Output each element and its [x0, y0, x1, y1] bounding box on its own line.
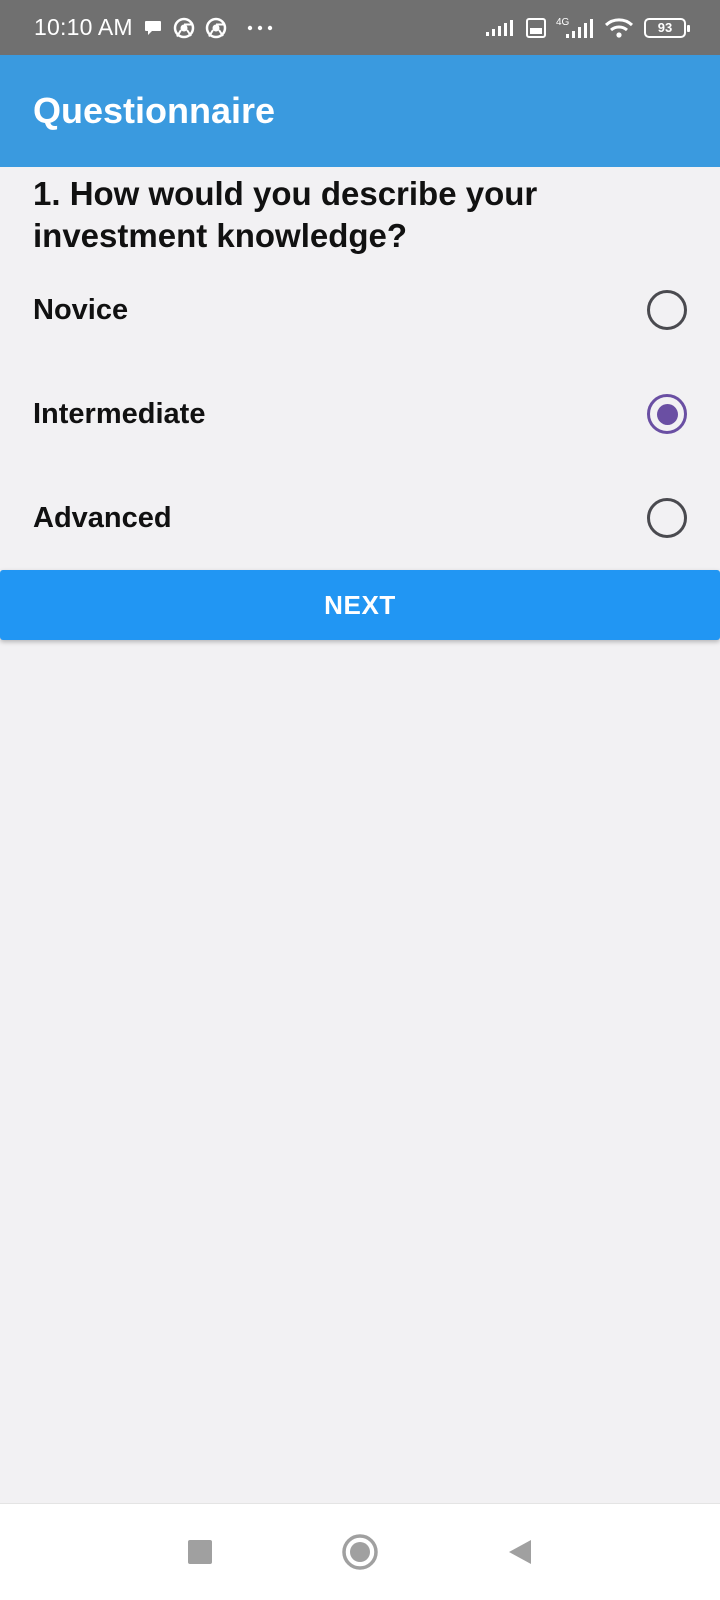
navigation-bar: [0, 1503, 720, 1600]
app-bar: Questionnaire: [0, 55, 720, 167]
option-label: Novice: [33, 293, 129, 326]
more-dots-icon: [247, 24, 273, 32]
radio-button-intermediate[interactable]: [647, 394, 687, 434]
chrome-icon: [205, 17, 227, 39]
recents-square-icon[interactable]: [180, 1532, 220, 1572]
4g-signal-icon: 4G: [556, 16, 594, 40]
option-label: Advanced: [33, 501, 172, 534]
radio-button-advanced[interactable]: [647, 498, 687, 538]
status-bar: 10:10 AM 4G 93: [0, 0, 720, 55]
home-circle-icon[interactable]: [340, 1532, 380, 1572]
volte-icon: [526, 17, 546, 38]
status-time: 10:10 AM: [34, 14, 133, 40]
chrome-icon: [173, 17, 195, 39]
option-intermediate[interactable]: Intermediate: [0, 362, 720, 466]
option-advanced[interactable]: Advanced: [0, 466, 720, 570]
svg-text:4G: 4G: [556, 17, 570, 28]
option-label: Intermediate: [33, 397, 206, 430]
radio-button-novice[interactable]: [647, 290, 687, 330]
wifi-icon: [604, 17, 634, 39]
question-text: 1. How would you describe your investmen…: [33, 175, 538, 254]
chat-bubble-icon: [143, 18, 163, 38]
signal-icon: [486, 18, 516, 38]
radio-selected-dot: [656, 403, 678, 425]
back-triangle-icon[interactable]: [500, 1532, 540, 1572]
next-button[interactable]: NEXT: [0, 570, 720, 640]
page-title: Questionnaire: [33, 90, 276, 131]
option-novice[interactable]: Novice: [0, 258, 720, 362]
battery-indicator: 93: [644, 17, 690, 38]
